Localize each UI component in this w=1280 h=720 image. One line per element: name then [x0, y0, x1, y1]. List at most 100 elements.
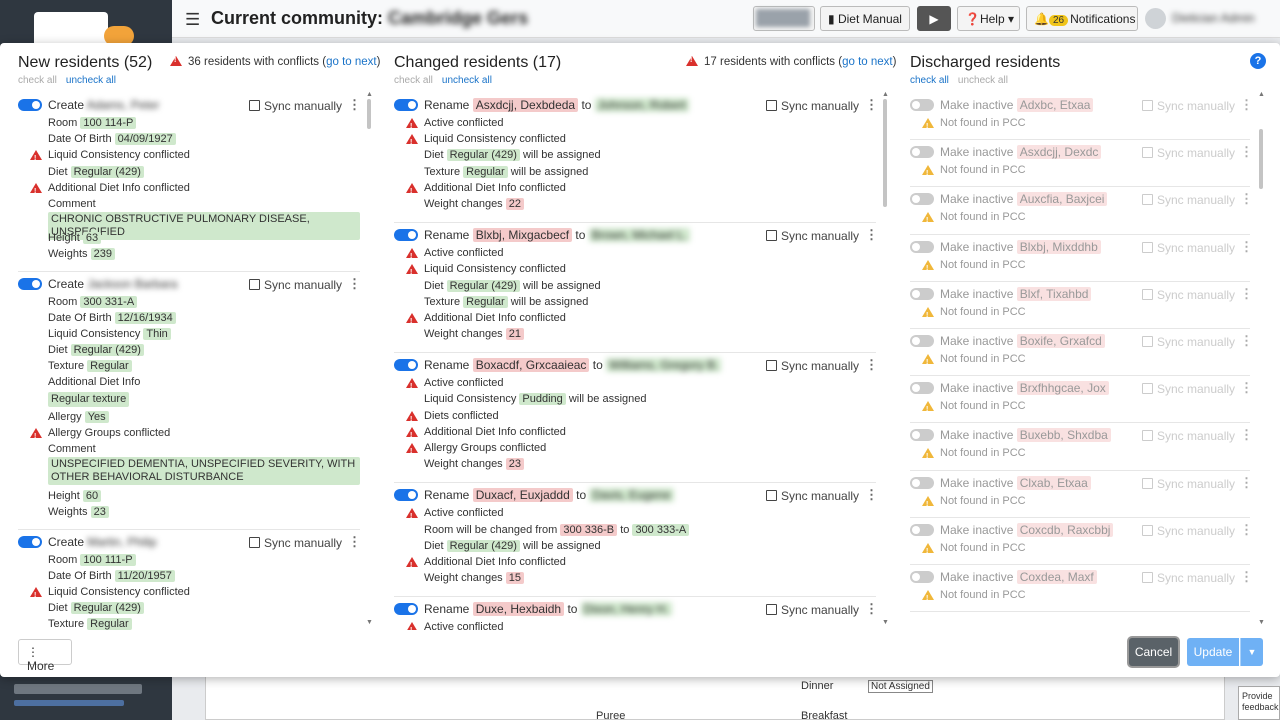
hamburger-menu-icon[interactable]: ☰	[185, 10, 200, 30]
more-button[interactable]: ⋮ More	[18, 639, 72, 673]
new-go-to-next-link[interactable]: go to next	[326, 56, 377, 68]
resident-name: Boxife, Grxafcd	[1016, 333, 1105, 348]
edit-icon	[249, 278, 260, 290]
edit-icon	[1142, 100, 1153, 111]
include-toggle[interactable]	[18, 535, 42, 548]
kebab-menu-icon[interactable]: ⋮	[865, 600, 876, 618]
community-switcher[interactable]	[753, 6, 815, 31]
changed-check-all-link[interactable]: check all	[394, 75, 433, 86]
sync-manually-button[interactable]: Sync manually	[766, 357, 859, 375]
include-toggle[interactable]	[394, 489, 418, 502]
avatar[interactable]	[1145, 8, 1166, 29]
new-check-all-link[interactable]: check all	[18, 75, 57, 86]
kebab-menu-icon: ⋮	[1240, 238, 1250, 254]
scroll-up-icon[interactable]: ▲	[882, 91, 889, 98]
detail-row: Additional Diet Info conflicted	[394, 180, 876, 200]
detail-label: Liquid Consistency conflicted	[48, 585, 190, 598]
include-toggle[interactable]	[394, 229, 418, 242]
cancel-button[interactable]: Cancel	[1129, 638, 1178, 666]
scroll-up-icon[interactable]: ▲	[1258, 91, 1265, 98]
discharged-check-all-link[interactable]: check all	[910, 75, 949, 86]
update-dropdown-toggle[interactable]: ▼	[1240, 638, 1263, 666]
changed-uncheck-all-link[interactable]: uncheck all	[442, 75, 492, 86]
update-button[interactable]: Update	[1187, 638, 1239, 666]
changed-go-to-next-link[interactable]: go to next	[842, 56, 893, 68]
include-toggle[interactable]	[910, 193, 934, 206]
sync-manually-button[interactable]: Sync manually	[249, 276, 342, 294]
include-toggle[interactable]	[394, 99, 418, 111]
changed-residents-list[interactable]: Rename Asxdcjj, Dexbdeda to Johnson, Rob…	[394, 93, 876, 630]
changed-list-scrollbar[interactable]	[883, 99, 887, 207]
scroll-down-icon[interactable]: ▼	[882, 619, 889, 626]
user-name[interactable]: Dietician Admin	[1172, 11, 1255, 25]
kebab-menu-icon: ⋮	[1240, 285, 1250, 301]
comment-value: Regular texture	[48, 391, 130, 407]
detail-label: Additional Diet Info conflicted	[424, 425, 566, 438]
notifications-button[interactable]: 🔔 26 Notifications	[1026, 6, 1138, 31]
sync-manually-button[interactable]: Sync manually	[766, 601, 859, 619]
detail-value: 300 336-B	[560, 523, 618, 536]
discharged-resident-card: Make inactive Blxf, Tixahbd Sync manually…	[910, 282, 1250, 329]
discharged-residents-list[interactable]: Make inactive Adxbc, Etxaa Sync manually ⋮…	[910, 93, 1250, 630]
include-toggle[interactable]	[18, 277, 42, 290]
meal-select[interactable]: Not Assigned	[868, 680, 933, 693]
kebab-menu-icon[interactable]: ⋮	[865, 356, 876, 374]
detail-label: Room	[48, 553, 78, 566]
warning-icon	[686, 56, 698, 66]
include-toggle[interactable]	[18, 99, 42, 111]
scroll-down-icon[interactable]: ▼	[366, 619, 373, 626]
include-toggle[interactable]	[910, 240, 934, 253]
include-toggle[interactable]	[910, 523, 934, 536]
feedback-button[interactable]: Provide feedback	[1238, 686, 1280, 720]
diet-manual-button[interactable]: ▮ Diet Manual	[820, 6, 910, 31]
discharged-uncheck-all-link[interactable]: uncheck all	[958, 75, 1008, 86]
help-dropdown[interactable]: ❓Help ▾	[957, 6, 1020, 31]
include-toggle[interactable]	[910, 382, 934, 395]
detail-label: Liquid Consistency	[424, 393, 517, 406]
include-toggle[interactable]	[910, 334, 934, 347]
kebab-menu-icon[interactable]: ⋮	[348, 533, 360, 551]
detail-label: Active conflicted	[424, 117, 504, 129]
include-toggle[interactable]	[394, 603, 418, 616]
kebab-menu-icon[interactable]: ⋮	[348, 96, 360, 114]
sidebar-footer-link[interactable]	[14, 700, 124, 706]
detail-label: Weight changes	[424, 328, 503, 341]
discharged-check-links: check all uncheck all	[910, 75, 1017, 86]
kebab-menu-icon[interactable]: ⋮	[865, 96, 876, 114]
sync-manually-button[interactable]: Sync manually	[766, 227, 859, 245]
detail-label: Active conflicted	[424, 377, 504, 390]
kebab-menu-icon: ⋮	[1240, 191, 1250, 207]
detail-row: Liquid Consistency Thin	[18, 326, 360, 342]
include-toggle[interactable]	[910, 146, 934, 159]
detail-row: Weight changes 15	[394, 570, 876, 586]
new-residents-list[interactable]: Create Adams, Peter Sync manually ⋮ Room 10…	[18, 93, 360, 630]
sync-manually-button[interactable]: Sync manually	[766, 487, 859, 505]
sync-manually-button: Sync manually	[1142, 97, 1235, 115]
community-name: Cambridge Gers	[388, 8, 529, 28]
detail-row: Texture Regular will be assigned	[394, 164, 876, 180]
include-toggle[interactable]	[910, 476, 934, 489]
not-found-label: Not found in PCC	[940, 400, 1026, 413]
include-toggle[interactable]	[910, 99, 934, 111]
detail-row: Liquid Consistency Pudding will be assig…	[394, 391, 876, 407]
discharged-list-scrollbar[interactable]	[1259, 129, 1263, 189]
sync-manually-button[interactable]: Sync manually	[766, 97, 859, 115]
detail-label: Liquid Consistency	[48, 327, 141, 340]
detail-label: Diet	[48, 602, 68, 615]
scroll-up-icon[interactable]: ▲	[366, 91, 373, 98]
kebab-menu-icon[interactable]: ⋮	[865, 226, 876, 244]
sync-manually-button[interactable]: Sync manually	[249, 97, 342, 115]
include-toggle[interactable]	[910, 287, 934, 300]
to-label: to	[576, 488, 587, 503]
new-uncheck-all-link[interactable]: uncheck all	[66, 75, 116, 86]
kebab-menu-icon[interactable]: ⋮	[865, 486, 876, 504]
new-list-scrollbar[interactable]	[367, 99, 371, 129]
scroll-down-icon[interactable]: ▼	[1258, 619, 1265, 626]
play-video-button[interactable]: ▶	[917, 6, 951, 31]
include-toggle[interactable]	[910, 429, 934, 442]
changed-resident-card: Rename Asxdcjj, Dexbdeda to Johnson, Rob…	[394, 93, 876, 224]
include-toggle[interactable]	[394, 359, 418, 372]
include-toggle[interactable]	[910, 570, 934, 583]
sync-manually-button[interactable]: Sync manually	[249, 534, 342, 552]
kebab-menu-icon[interactable]: ⋮	[348, 275, 360, 293]
